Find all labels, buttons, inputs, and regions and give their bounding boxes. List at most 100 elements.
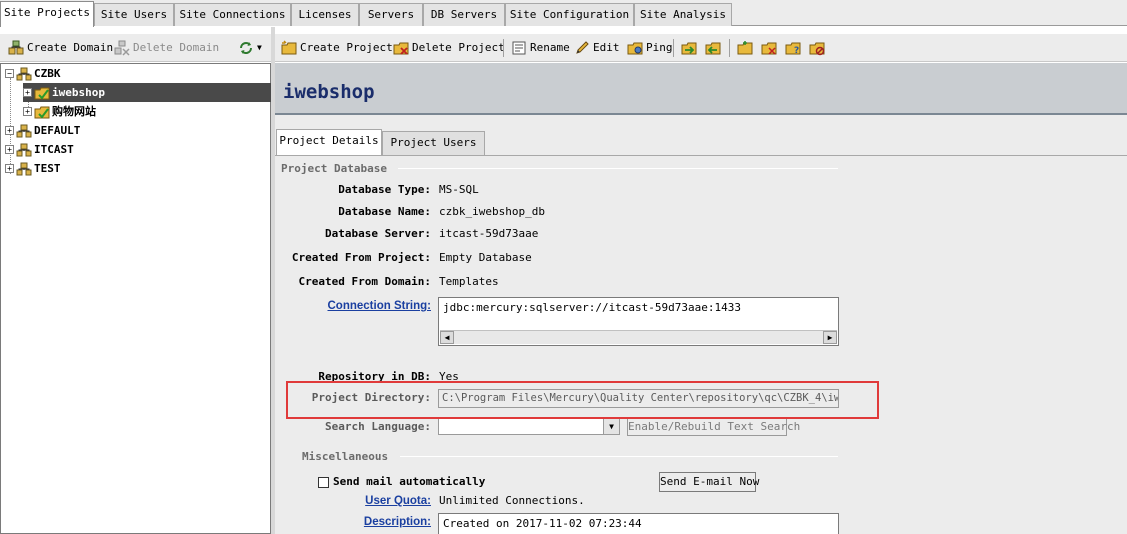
toolbar-separator (729, 39, 730, 57)
delete-domain-button[interactable]: Delete Domain (114, 38, 219, 58)
remove-project-icon (705, 40, 721, 56)
tab-site-configuration[interactable]: Site Configuration (505, 3, 634, 26)
restore-project-button[interactable] (681, 38, 697, 58)
tab-site-connections[interactable]: Site Connections (174, 3, 291, 26)
tree-label: 购物网站 (52, 105, 96, 118)
tab-db-servers[interactable]: DB Servers (423, 3, 505, 26)
verify-project-button[interactable]: ? (785, 38, 801, 58)
activate-project-button[interactable] (737, 38, 753, 58)
tree-domain-czbk[interactable]: − CZBK (5, 64, 61, 83)
edit-button[interactable]: Edit (574, 38, 620, 58)
deactivate-project-icon (761, 40, 777, 56)
search-language-label: Search Language: (325, 420, 431, 433)
delete-project-icon (393, 40, 409, 56)
scroll-right-icon[interactable]: ▶ (823, 331, 837, 344)
project-folder-icon (34, 85, 50, 101)
create-project-icon (281, 40, 297, 56)
connection-string-link[interactable]: Connection String: (280, 300, 432, 312)
section-miscellaneous: Miscellaneous (302, 450, 389, 463)
send-email-now-button[interactable]: Send E-mail Now (659, 472, 759, 492)
send-mail-checkbox[interactable] (318, 477, 329, 488)
created-from-project-value: Empty Database (439, 251, 532, 264)
tree-domain-itcast[interactable]: + ITCAST (5, 140, 74, 159)
tab-licenses[interactable]: Licenses (291, 3, 359, 26)
maintain-project-button[interactable] (809, 38, 825, 58)
create-project-button[interactable]: Create Project (281, 38, 393, 58)
created-from-project-label: Created From Project: (291, 251, 431, 264)
db-server-value: itcast-59d73aae (439, 227, 539, 240)
tree-label: TEST (34, 162, 61, 175)
refresh-icon (238, 40, 254, 56)
pencil-icon (574, 40, 590, 56)
delete-domain-label: Delete Domain (133, 41, 220, 54)
rename-button[interactable]: Rename (511, 38, 570, 58)
section-divider (400, 456, 838, 457)
top-tab-bar: Site Projects Site Users Site Connection… (0, 0, 1127, 27)
remove-project-button[interactable] (705, 38, 721, 58)
tab-site-analysis[interactable]: Site Analysis (634, 3, 732, 26)
expand-toggle[interactable]: + (5, 164, 14, 173)
project-title: iwebshop (283, 81, 375, 103)
tree-domain-test[interactable]: + TEST (5, 159, 61, 178)
db-name-value: czbk_iwebshop_db (439, 205, 545, 218)
search-language-select[interactable]: ▼ (438, 418, 620, 435)
chevron-down-icon[interactable]: ▼ (257, 38, 262, 58)
rename-icon (511, 40, 527, 56)
db-name-label: Database Name: (338, 205, 431, 218)
rebuild-text-search-button[interactable]: Enable/Rebuild Text Search (627, 418, 800, 436)
restore-project-icon (681, 40, 697, 56)
description-link[interactable]: Description: (280, 516, 431, 528)
connection-string-field[interactable]: jdbc:mercury:sqlserver://itcast-59d73aae… (438, 297, 839, 346)
create-domain-button[interactable]: Create Domain (8, 38, 113, 58)
project-folder-icon (34, 104, 50, 120)
activate-project-icon (737, 40, 753, 56)
description-field[interactable]: Created on 2017-11-02 07:23:44 (438, 513, 839, 534)
maintain-project-icon (809, 40, 825, 56)
expand-toggle[interactable]: + (23, 88, 32, 97)
scroll-left-icon[interactable]: ◀ (440, 331, 454, 344)
horizontal-scrollbar[interactable]: ◀ ▶ (440, 330, 837, 344)
project-toolbar: Create Project Delete Project Rename Edi… (275, 34, 1127, 62)
chevron-down-icon[interactable]: ▼ (603, 419, 619, 434)
created-from-domain-value: Templates (439, 275, 499, 288)
tree-label: CZBK (34, 67, 61, 80)
domain-icon (16, 142, 32, 158)
created-from-domain-label: Created From Domain: (298, 275, 431, 288)
tab-project-details[interactable]: Project Details (276, 129, 382, 156)
tree-label: ITCAST (34, 143, 74, 156)
tab-site-users[interactable]: Site Users (94, 3, 174, 26)
tab-servers[interactable]: Servers (359, 3, 423, 26)
delete-project-button[interactable]: Delete Project (393, 38, 505, 58)
user-quota-value: Unlimited Connections. (439, 494, 585, 507)
collapse-toggle[interactable]: − (5, 69, 14, 78)
ping-label: Ping (646, 41, 673, 54)
user-quota-link[interactable]: User Quota: (280, 495, 431, 507)
delete-project-label: Delete Project (412, 41, 505, 54)
description-value: Created on 2017-11-02 07:23:44 (443, 517, 642, 530)
create-project-label: Create Project (300, 41, 393, 54)
tree-project-iwebshop[interactable]: + iwebshop (23, 83, 271, 102)
tree-project-gouwu[interactable]: + 购物网站 (23, 102, 96, 121)
tree-domain-default[interactable]: + DEFAULT (5, 121, 80, 140)
create-domain-icon (8, 40, 24, 56)
ping-icon (627, 40, 643, 56)
ping-button[interactable]: Ping (627, 38, 673, 58)
tab-project-users[interactable]: Project Users (382, 131, 485, 155)
db-type-label: Database Type: (338, 183, 431, 196)
toolbar-separator (673, 39, 674, 57)
tree-label: DEFAULT (34, 124, 81, 137)
rename-label: Rename (530, 41, 570, 54)
expand-toggle[interactable]: + (5, 126, 14, 135)
edit-label: Edit (593, 41, 620, 54)
domain-toolbar: Create Domain Delete Domain ▼ (0, 34, 271, 62)
tab-site-projects[interactable]: Site Projects (0, 1, 94, 27)
project-header: iwebshop (275, 63, 1127, 115)
verify-project-icon: ? (785, 40, 801, 56)
deactivate-project-button[interactable] (761, 38, 777, 58)
section-project-database: Project Database (281, 162, 387, 175)
expand-toggle[interactable]: + (23, 107, 32, 116)
domain-tree: − CZBK + iwebshop + 购物网站 + DEFAULT + ITC… (0, 63, 271, 534)
refresh-button[interactable]: ▼ (238, 38, 262, 58)
expand-toggle[interactable]: + (5, 145, 14, 154)
domain-icon (16, 161, 32, 177)
